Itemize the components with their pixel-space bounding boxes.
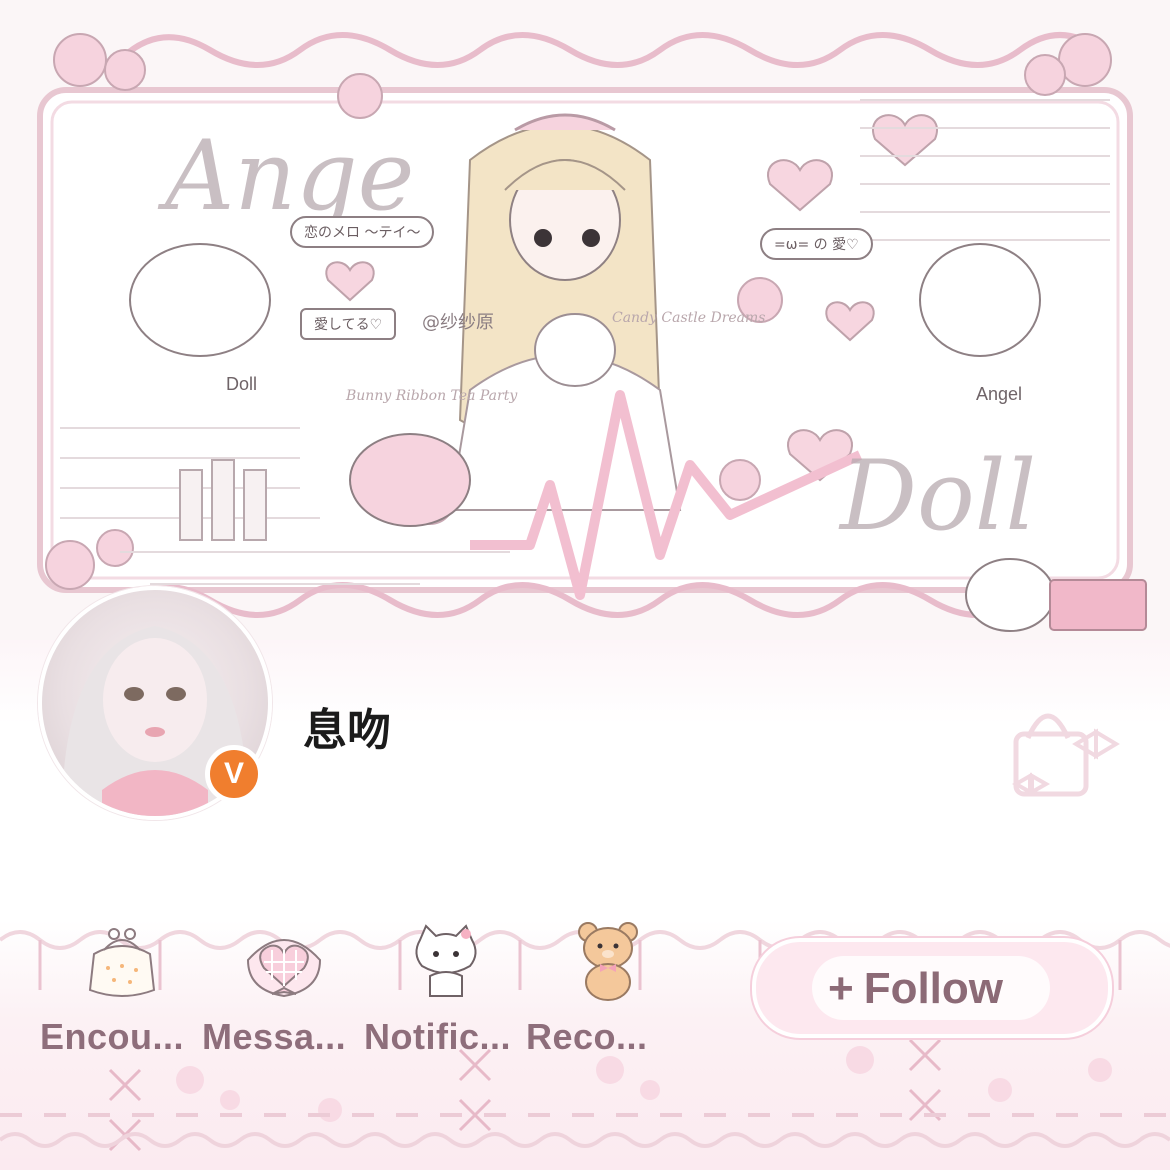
follow-button-label: + Follow (828, 964, 1003, 1014)
nav-item-label: Reco... (526, 1016, 648, 1057)
banner-watermark-handle: @纱纱原 (422, 312, 494, 333)
nav-item-recommend[interactable]: Reco... (526, 920, 686, 1070)
profile-banner: Ange Doll Doll Angel 恋のメロ ～テイ～ =ω= の 愛♡ … (0, 0, 1170, 640)
plus-icon: + (828, 964, 854, 1013)
plaid-heart-icon (246, 939, 322, 998)
nav-item-notifications[interactable]: Notific... (364, 920, 524, 1070)
nav-item-encounter[interactable]: Encou... (40, 920, 200, 1070)
banner-label-angel: Angel (976, 384, 1023, 404)
nav-item-messages[interactable]: Messa... (202, 920, 362, 1070)
banner-speech-bubble: 恋のメロ ～テイ～ (290, 216, 435, 248)
kitty-icon (415, 924, 477, 997)
banner-label-doll: Doll (226, 374, 258, 394)
nav-item-label: Messa... (202, 1016, 347, 1057)
handbag-bow-icon (1011, 713, 1120, 797)
teddy-bear-icon (578, 922, 638, 1001)
coin-purse-icon (88, 928, 156, 997)
banner-watermark-text: Bunny Ribbon Tea Party (346, 388, 518, 404)
follow-button[interactable]: + Follow (752, 938, 1112, 1038)
banner-word-doll: Doll (840, 440, 1037, 552)
profile-username: 息吻 (303, 705, 391, 756)
nav-item-label: Encou... (40, 1016, 185, 1057)
banner-speech-bubble: =ω= の 愛♡ (760, 228, 873, 260)
nav-item-label: Notific... (364, 1016, 511, 1057)
follow-text: Follow (863, 964, 1004, 1013)
verified-badge-icon: V (205, 745, 263, 803)
banner-sign: 愛してる♡ (300, 308, 397, 340)
banner-watermark-text: Candy Castle Dreams (612, 310, 766, 326)
